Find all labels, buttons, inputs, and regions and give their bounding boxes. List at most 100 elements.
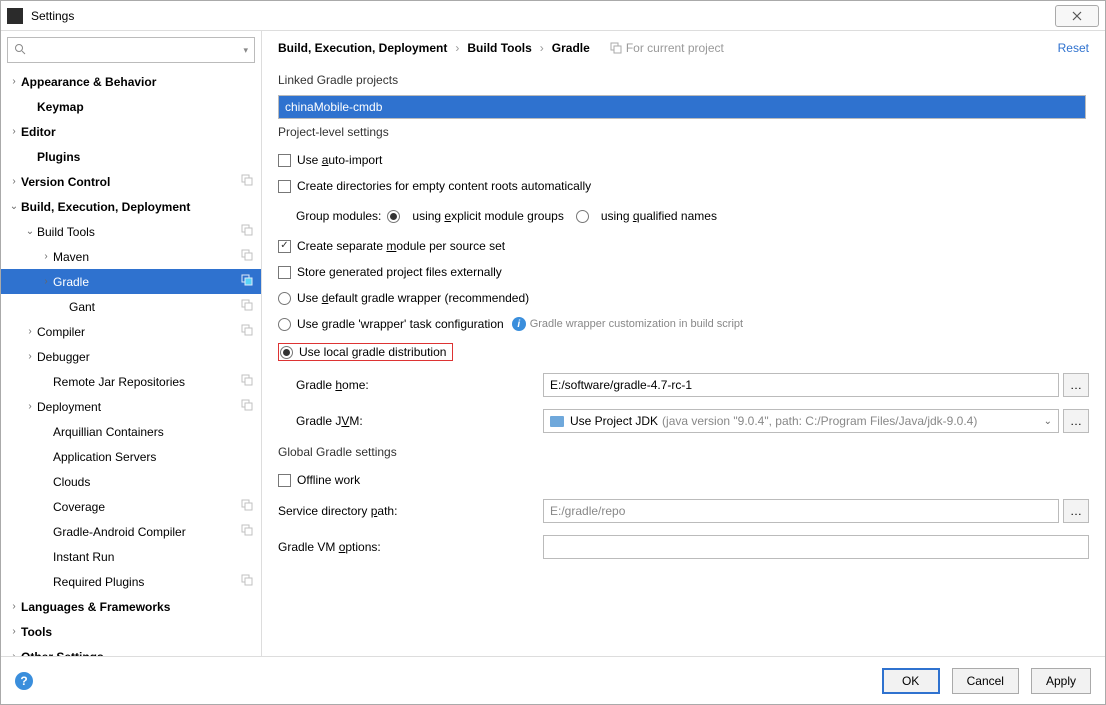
sidebar: ▾ ›Appearance & Behavior Keymap ›Editor … <box>1 31 262 656</box>
separate-module-row[interactable]: Create separate module per source set <box>278 239 1089 253</box>
use-default-row[interactable]: Use default gradle wrapper (recommended) <box>278 291 1089 305</box>
tree-item-instant-run[interactable]: Instant Run <box>1 544 261 569</box>
close-icon <box>1070 11 1084 21</box>
info-icon: i <box>512 317 526 331</box>
offline-row[interactable]: Offline work <box>278 473 1089 487</box>
jvm-main-text: Use Project JDK <box>570 414 658 428</box>
tree-item-deployment[interactable]: ›Deployment <box>1 394 261 419</box>
ok-button[interactable]: OK <box>882 668 940 694</box>
vm-options-row: Gradle VM options: <box>278 535 1089 559</box>
use-local-row[interactable]: Use local gradle distribution <box>278 343 1089 361</box>
tree-item-clouds[interactable]: Clouds <box>1 469 261 494</box>
group-modules-label: Group modules: <box>296 209 381 223</box>
service-dir-input[interactable]: E:/gradle/repo <box>543 499 1059 523</box>
gradle-jvm-select[interactable]: Use Project JDK (java version "9.0.4", p… <box>543 409 1059 433</box>
vm-options-label: Gradle VM options: <box>278 540 543 554</box>
scope-icon <box>241 174 253 186</box>
linked-label: Linked Gradle projects <box>278 73 1089 87</box>
help-button[interactable]: ? <box>15 672 33 690</box>
create-dirs-checkbox[interactable] <box>278 180 291 193</box>
linked-project-list[interactable]: chinaMobile-cmdb <box>278 95 1086 119</box>
offline-checkbox[interactable] <box>278 474 291 487</box>
settings-tree: ›Appearance & Behavior Keymap ›Editor Pl… <box>1 69 261 656</box>
tree-item-keymap[interactable]: Keymap <box>1 94 261 119</box>
app-icon <box>7 8 23 24</box>
jvm-suffix-text: (java version "9.0.4", path: C:/Program … <box>662 414 977 428</box>
group-modules-row: Group modules: using explicit module gro… <box>296 209 1089 223</box>
create-dirs-row[interactable]: Create directories for empty content roo… <box>278 179 1089 193</box>
apply-button[interactable]: Apply <box>1031 668 1091 694</box>
tree-item-gant[interactable]: Gant <box>1 294 261 319</box>
breadcrumb-1[interactable]: Build, Execution, Deployment <box>278 41 447 55</box>
separate-module-label: Create separate module per source set <box>297 239 505 253</box>
close-button[interactable] <box>1055 5 1099 27</box>
store-ext-checkbox[interactable] <box>278 266 291 279</box>
tree-item-gradle-android[interactable]: Gradle-Android Compiler <box>1 519 261 544</box>
tree-item-debugger[interactable]: ›Debugger <box>1 344 261 369</box>
tree-item-build[interactable]: ⌄Build, Execution, Deployment <box>1 194 261 219</box>
folder-icon <box>550 416 564 427</box>
use-default-label: Use default gradle wrapper (recommended) <box>297 291 529 305</box>
service-dir-browse-button[interactable]: … <box>1063 499 1089 523</box>
use-wrapper-label: Use gradle 'wrapper' task configuration <box>297 317 504 331</box>
explicit-label[interactable]: using explicit module groups <box>412 209 563 223</box>
scope-icon <box>610 42 622 54</box>
tree-item-app-servers[interactable]: Application Servers <box>1 444 261 469</box>
create-dirs-label: Create directories for empty content roo… <box>297 179 591 193</box>
tree-item-arquillian[interactable]: Arquillian Containers <box>1 419 261 444</box>
service-dir-row: Service directory path: E:/gradle/repo … <box>278 499 1089 523</box>
offline-label: Offline work <box>297 473 360 487</box>
tree-item-appearance[interactable]: ›Appearance & Behavior <box>1 69 261 94</box>
gradle-home-label: Gradle home: <box>278 378 543 392</box>
tree-item-plugins[interactable]: Plugins <box>1 144 261 169</box>
gradle-home-input[interactable]: E:/software/gradle-4.7-rc-1 <box>543 373 1059 397</box>
tree-item-editor[interactable]: ›Editor <box>1 119 261 144</box>
title-bar: Settings <box>1 1 1105 31</box>
auto-import-checkbox[interactable] <box>278 154 291 167</box>
separate-module-checkbox[interactable] <box>278 240 291 253</box>
chevron-down-icon: ⌄ <box>1044 416 1052 427</box>
scope-icon <box>241 299 253 311</box>
linked-project-item[interactable]: chinaMobile-cmdb <box>285 100 382 114</box>
breadcrumb-2[interactable]: Build Tools <box>467 41 531 55</box>
vm-options-input[interactable] <box>543 535 1089 559</box>
tree-item-vcs[interactable]: ›Version Control <box>1 169 261 194</box>
qualified-label[interactable]: using qualified names <box>601 209 717 223</box>
cancel-button[interactable]: Cancel <box>952 668 1019 694</box>
tree-item-languages[interactable]: ›Languages & Frameworks <box>1 594 261 619</box>
search-input[interactable]: ▾ <box>7 37 255 63</box>
search-icon <box>14 43 26 58</box>
search-history-icon[interactable]: ▾ <box>243 45 248 56</box>
tree-item-compiler[interactable]: ›Compiler <box>1 319 261 344</box>
tree-item-required-plugins[interactable]: Required Plugins <box>1 569 261 594</box>
qualified-radio[interactable] <box>576 210 589 223</box>
project-level-label: Project-level settings <box>278 125 1089 139</box>
tree-item-tools[interactable]: ›Tools <box>1 619 261 644</box>
gradle-jvm-browse-button[interactable]: … <box>1063 409 1089 433</box>
auto-import-row[interactable]: Use auto-import <box>278 153 1089 167</box>
use-wrapper-radio[interactable] <box>278 318 291 331</box>
scope-icon <box>241 399 253 411</box>
scope-icon <box>241 499 253 511</box>
tree-item-maven[interactable]: ›Maven <box>1 244 261 269</box>
gradle-jvm-row: Gradle JVM: Use Project JDK (java versio… <box>278 409 1089 433</box>
main-panel: ▾ ›Appearance & Behavior Keymap ›Editor … <box>1 31 1105 656</box>
tree-item-other[interactable]: ›Other Settings <box>1 644 261 656</box>
gradle-home-browse-button[interactable]: … <box>1063 373 1089 397</box>
tree-item-build-tools[interactable]: ⌄Build Tools <box>1 219 261 244</box>
store-ext-row[interactable]: Store generated project files externally <box>278 265 1089 279</box>
scope-hint: For current project <box>610 41 724 55</box>
window-title: Settings <box>31 9 1055 23</box>
scope-icon <box>241 324 253 336</box>
content-panel: Build, Execution, Deployment › Build Too… <box>262 31 1105 656</box>
use-local-radio[interactable] <box>280 346 293 359</box>
use-default-radio[interactable] <box>278 292 291 305</box>
scope-icon <box>241 374 253 386</box>
tree-item-gradle[interactable]: ›Gradle <box>1 269 261 294</box>
reset-link[interactable]: Reset <box>1058 41 1089 55</box>
breadcrumb-3: Gradle <box>552 41 590 55</box>
tree-item-coverage[interactable]: Coverage <box>1 494 261 519</box>
tree-item-remote-jar[interactable]: Remote Jar Repositories <box>1 369 261 394</box>
use-wrapper-row[interactable]: Use gradle 'wrapper' task configuration … <box>278 317 1089 331</box>
explicit-radio[interactable] <box>387 210 400 223</box>
